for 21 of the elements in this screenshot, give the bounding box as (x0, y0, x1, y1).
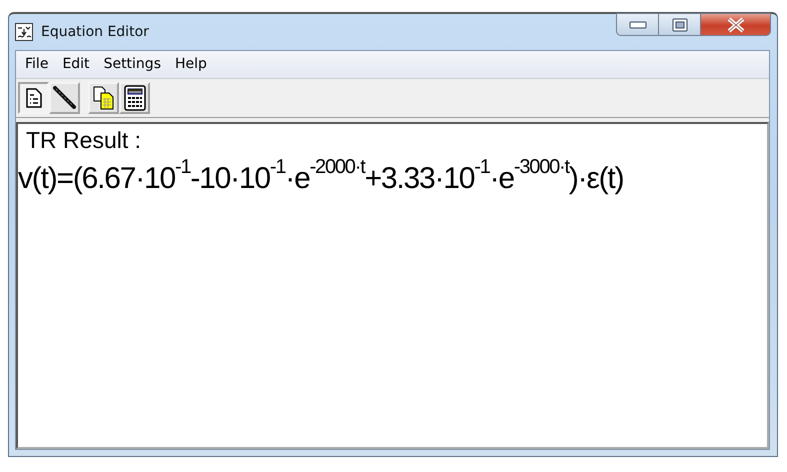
copy-icon (92, 86, 114, 110)
result-heading: TR Result : (25, 127, 142, 155)
toolbar-button[interactable] (88, 82, 119, 114)
menu-item[interactable]: File (18, 54, 56, 75)
toolbar-button[interactable] (119, 82, 150, 114)
menu-item[interactable]: Help (168, 54, 214, 75)
menu-item[interactable]: Edit (55, 54, 97, 75)
app-icon (15, 23, 33, 41)
minimize-button[interactable] (616, 13, 659, 36)
window-title: Equation Editor (41, 22, 149, 42)
close-button[interactable] (701, 13, 771, 36)
minimize-icon (628, 20, 646, 28)
toolbar-button[interactable] (18, 82, 49, 114)
menu-item[interactable]: Settings (96, 54, 168, 75)
equation: v(t)=(6.67·10$^{-1}$-10·10$^{-1}$·e$^{-2000·t}$+3.33·10$^{-1}$·e$^{-3000·t}$)·ε(t) (18, 154, 624, 197)
maximize-button[interactable] (659, 13, 701, 36)
maximize-icon (672, 18, 688, 32)
calculator-icon (124, 85, 146, 111)
toolbar-button[interactable] (49, 82, 80, 114)
document-icon (24, 88, 42, 108)
pen-icon (52, 86, 76, 110)
